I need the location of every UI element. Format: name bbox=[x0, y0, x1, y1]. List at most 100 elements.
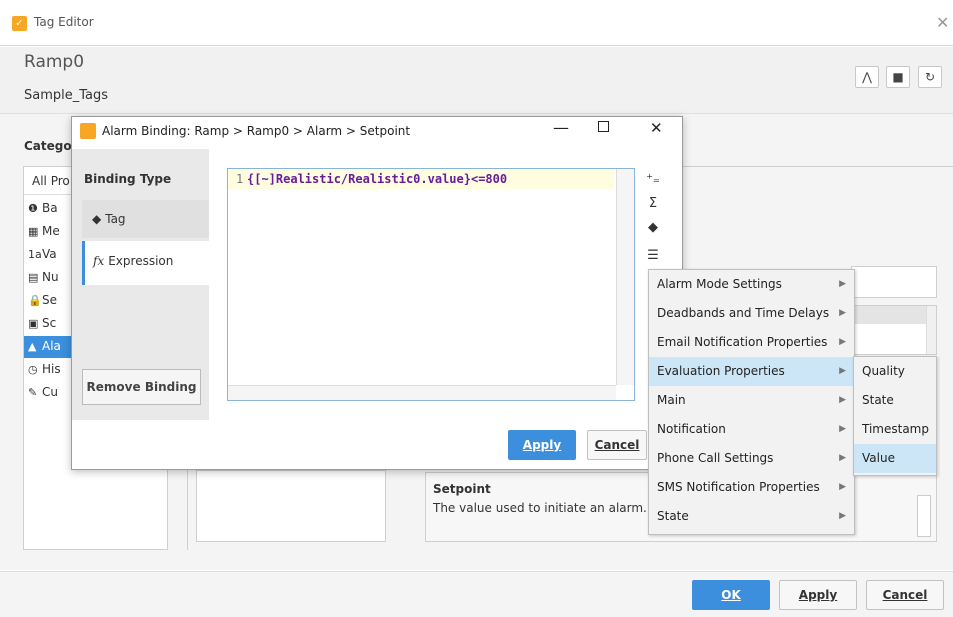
submenu-item-label: Quality bbox=[862, 364, 905, 378]
menu-item-label: Evaluation Properties bbox=[657, 364, 785, 378]
list-box bbox=[196, 470, 386, 542]
menu-item-label: Email Notification Properties bbox=[657, 335, 828, 349]
tag-name: Ramp0 bbox=[24, 52, 85, 72]
dialog-title: Alarm Binding: Ramp > Ramp0 > Alarm > Se… bbox=[102, 124, 411, 138]
dialog-cancel-button[interactable]: Cancel bbox=[587, 430, 647, 460]
minimize-icon[interactable]: — bbox=[553, 118, 569, 137]
tag-editor-titlebar bbox=[0, 0, 953, 46]
binding-type-tag[interactable]: ◆ Tag bbox=[82, 200, 209, 238]
menu-item-label: Deadbands and Time Delays bbox=[657, 306, 830, 320]
property-filter[interactable] bbox=[851, 266, 937, 298]
binding-type-expression-label: Expression bbox=[108, 254, 174, 268]
submenu-item[interactable]: State bbox=[854, 386, 936, 415]
submenu-arrow-icon: ▶ bbox=[839, 424, 846, 434]
trend-icon[interactable]: ⋀ bbox=[855, 66, 879, 88]
description-title: Setpoint bbox=[433, 482, 491, 496]
category-label: Ba bbox=[42, 201, 58, 215]
maximize-icon[interactable] bbox=[598, 121, 609, 132]
submenu-item-label: Timestamp bbox=[862, 422, 929, 436]
tag-icon: ◆ bbox=[92, 212, 102, 226]
submenu-item[interactable]: Timestamp bbox=[854, 415, 936, 444]
description-text: The value used to initiate an alarm. bbox=[433, 501, 647, 515]
history-icon: ◷ bbox=[28, 363, 38, 376]
menu-item[interactable]: Deadbands and Time Delays ▶ bbox=[649, 299, 854, 328]
menu-item-label: Main bbox=[657, 393, 686, 407]
submenu-item-label: State bbox=[862, 393, 894, 407]
menu-item[interactable]: Email Notification Properties ▶ bbox=[649, 328, 854, 357]
apply-button[interactable]: Apply bbox=[779, 580, 857, 610]
sigma-functions-icon[interactable]: Σ bbox=[645, 196, 661, 212]
menu-item[interactable]: Phone Call Settings ▶ bbox=[649, 444, 854, 473]
tag-insert-icon[interactable]: ◆ bbox=[645, 220, 661, 236]
category-label: Va bbox=[42, 247, 57, 261]
category-label: Cu bbox=[42, 385, 58, 399]
binding-type-label: Binding Type bbox=[84, 172, 172, 186]
numeric-icon: ▤ bbox=[28, 271, 39, 284]
close-icon[interactable]: ✕ bbox=[936, 13, 949, 32]
submenu-arrow-icon: ▶ bbox=[839, 308, 846, 318]
submenu-arrow-icon: ▶ bbox=[839, 453, 846, 463]
description-scrollbar[interactable] bbox=[917, 495, 931, 537]
property-insert-icon[interactable]: ☰ bbox=[645, 248, 661, 264]
expression-code[interactable]: {[~]Realistic/Realistic0.value}<=800 bbox=[247, 172, 507, 186]
tag-path: Sample_Tags bbox=[24, 88, 109, 103]
menu-item[interactable]: State ▶ bbox=[649, 502, 854, 531]
tag-header bbox=[0, 47, 953, 113]
category-label: Se bbox=[42, 293, 57, 307]
ignition-logo-icon bbox=[80, 123, 96, 139]
window-title: Tag Editor bbox=[34, 15, 94, 29]
submenu-item[interactable]: Quality bbox=[854, 357, 936, 386]
dialog-apply-button[interactable]: Apply bbox=[508, 430, 576, 460]
remove-binding-button[interactable]: Remove Binding bbox=[82, 369, 201, 405]
close-icon[interactable]: ✕ bbox=[650, 119, 663, 137]
menu-item-label: Notification bbox=[657, 422, 726, 436]
meta-icon: ▦ bbox=[28, 225, 39, 238]
category-label: Categor bbox=[24, 139, 78, 153]
menu-item[interactable]: SMS Notification Properties ▶ bbox=[649, 473, 854, 502]
binding-type-expression[interactable]: fx Expression bbox=[82, 241, 209, 285]
insert-operator-icon[interactable]: ⁺₌ bbox=[645, 172, 661, 188]
submenu-arrow-icon: ▶ bbox=[839, 482, 846, 492]
submenu-item[interactable]: Value bbox=[854, 444, 936, 473]
fx-icon: fx bbox=[93, 254, 105, 268]
menu-item[interactable]: Alarm Mode Settings ▶ bbox=[649, 270, 854, 299]
menu-item-label: Alarm Mode Settings bbox=[657, 277, 782, 291]
category-label: Me bbox=[42, 224, 60, 238]
info-icon: ❶ bbox=[28, 202, 38, 215]
submenu-arrow-icon: ▶ bbox=[839, 366, 846, 376]
expression-editor[interactable] bbox=[227, 168, 635, 401]
scripting-icon: ▣ bbox=[28, 317, 39, 330]
line-number: 1 bbox=[236, 172, 244, 186]
menu-item[interactable]: Evaluation Properties ▶ bbox=[649, 357, 854, 386]
menu-item-label: State bbox=[657, 509, 689, 523]
menu-item-label: Phone Call Settings bbox=[657, 451, 774, 465]
menu-item-label: SMS Notification Properties bbox=[657, 480, 820, 494]
value-icon: 1a bbox=[28, 248, 42, 261]
category-label: His bbox=[42, 362, 61, 376]
category-label: Nu bbox=[42, 270, 59, 284]
editor-horizontal-scrollbar[interactable] bbox=[228, 385, 616, 400]
ignition-logo-icon: ✓ bbox=[12, 16, 27, 31]
alarm-icon: ▲ bbox=[28, 340, 37, 353]
note-icon[interactable]: ■ bbox=[886, 66, 910, 88]
cancel-button[interactable]: Cancel bbox=[866, 580, 944, 610]
submenu-arrow-icon: ▶ bbox=[839, 337, 846, 347]
binding-type-tag-label: Tag bbox=[105, 212, 126, 226]
custom-icon: ✎ bbox=[28, 386, 38, 399]
security-icon: 🔒 bbox=[28, 294, 42, 307]
category-label: Sc bbox=[42, 316, 57, 330]
ok-button[interactable]: OK bbox=[692, 580, 770, 610]
submenu-arrow-icon: ▶ bbox=[839, 395, 846, 405]
property-table-header bbox=[852, 306, 926, 324]
submenu-item-label: Value bbox=[862, 451, 895, 465]
menu-item[interactable]: Notification ▶ bbox=[649, 415, 854, 444]
submenu-arrow-icon: ▶ bbox=[839, 511, 846, 521]
refresh-icon[interactable]: ↻ bbox=[918, 66, 942, 88]
evaluation-properties-submenu: Quality State Timestamp Value bbox=[853, 356, 937, 476]
menu-item[interactable]: Main ▶ bbox=[649, 386, 854, 415]
submenu-arrow-icon: ▶ bbox=[839, 279, 846, 289]
table-scrollbar[interactable] bbox=[926, 306, 936, 354]
category-label: Ala bbox=[42, 339, 61, 353]
editor-vertical-scrollbar[interactable] bbox=[616, 169, 634, 385]
property-context-menu: Alarm Mode Settings ▶ Deadbands and Time D… bbox=[648, 269, 855, 535]
